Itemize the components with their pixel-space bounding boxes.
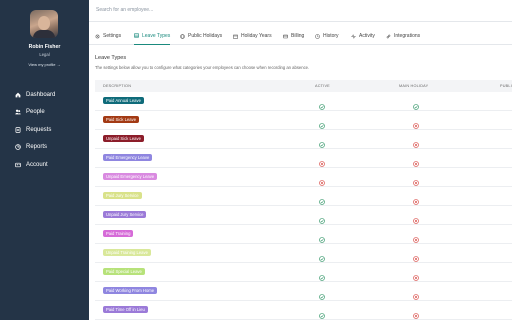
tab-history[interactable]: History [315,27,339,45]
table-row: Unpaid Training Leave [95,244,512,263]
cross-icon[interactable] [413,249,419,262]
tab-integrations[interactable]: Integrations [386,27,420,45]
cross-icon[interactable] [319,173,325,186]
clock-icon [315,33,320,39]
cross-icon[interactable] [413,230,419,243]
leave-type-badge: Unpaid Jury Service [103,211,147,218]
check-icon[interactable] [319,135,325,148]
section-description: The settings below allow you to configur… [95,65,310,70]
activity-icon [351,33,356,39]
sidebar-nav: Dashboard People Requests Reports Accoun… [15,86,55,174]
calendar-icon [233,34,238,39]
check-icon[interactable] [413,97,419,110]
leave-type-badge: Unpaid Emergency Leave [103,173,158,180]
list-icon [134,33,139,38]
check-icon[interactable] [319,306,325,319]
table-row: Paid Annual Leave [95,92,512,111]
cross-icon[interactable] [413,116,419,129]
home-icon [15,92,21,98]
leave-type-badge: Paid Training [103,230,134,237]
gear-icon [95,34,100,38]
leave-type-badge: Unpaid Training Leave [103,249,151,256]
leave-type-badge: Paid Time Off in Lieu [103,306,148,313]
section-title: Leave Types [95,55,127,61]
table-row: Paid Sick Leave [95,111,512,130]
tab-holiday-years[interactable]: Holiday Years [233,27,272,45]
search-bar[interactable]: Search for an employee... [89,0,512,22]
cross-icon[interactable] [413,192,419,205]
cross-icon[interactable] [413,173,419,186]
check-icon[interactable] [319,230,325,243]
globe-icon [180,33,185,39]
cross-icon[interactable] [413,306,419,319]
check-icon[interactable] [319,116,325,129]
table-row: Unpaid Emergency Leave [95,168,512,187]
column-header-active: ACTIVE [315,84,330,88]
tab-activity[interactable]: Activity [351,27,375,45]
requests-icon [15,126,21,133]
reports-icon [15,144,21,151]
cross-icon[interactable] [413,154,419,167]
table-row: Paid Special Leave [95,263,512,282]
column-header-main-holiday: MAIN HOLIDAY [399,84,429,88]
check-icon[interactable] [319,249,325,262]
cross-icon[interactable] [319,154,325,167]
leave-type-badge: Paid Jury Service [103,192,142,199]
leave-type-badge: Paid Special Leave [103,268,145,275]
check-icon[interactable] [319,97,325,110]
cross-icon[interactable] [413,135,419,148]
sidebar-item-account[interactable]: Account [15,156,55,174]
avatar[interactable] [30,10,58,38]
cross-icon[interactable] [413,268,419,281]
search-input[interactable]: Search for an employee... [96,7,153,13]
sidebar-item-label: Dashboard [26,91,56,98]
leave-type-badge: Paid Emergency Leave [103,154,153,161]
table-row: Unpaid Sick Leave [95,130,512,149]
sidebar-item-people[interactable]: People [15,104,55,122]
check-icon[interactable] [319,192,325,205]
sidebar-item-dashboard[interactable]: Dashboard [15,86,55,104]
leave-type-badge: Paid Sick Leave [103,116,140,123]
column-header-description: DESCRIPTION [103,84,132,88]
tab-billing[interactable]: Billing [283,27,304,45]
table-row: Paid Time Off in Lieu [95,301,512,320]
cross-icon[interactable] [413,211,419,224]
check-icon[interactable] [319,211,325,224]
sidebar-item-label: People [26,109,45,116]
sidebar-item-requests[interactable]: Requests [15,121,55,139]
cross-icon[interactable] [413,287,419,300]
tab-settings[interactable]: Settings [95,27,121,45]
table-row: Paid Training [95,225,512,244]
table-row: Unpaid Jury Service [95,206,512,225]
sidebar-item-label: Reports [26,144,48,151]
sidebar-item-reports[interactable]: Reports [15,139,55,157]
leave-type-badge: Paid Annual Leave [103,97,144,104]
table-row: Paid Emergency Leave [95,149,512,168]
check-icon[interactable] [319,268,325,281]
user-name: Robin Fisher [28,44,61,50]
people-icon [15,109,21,115]
view-profile-link[interactable]: View my profile → [0,62,89,67]
link-icon [386,34,391,38]
table-row: Paid Working From Home [95,282,512,301]
leave-type-badge: Paid Working From Home [103,287,158,294]
sidebar-item-label: Requests [26,126,52,133]
tab-leave-types[interactable]: Leave Types [134,27,171,45]
account-icon [15,162,21,167]
column-header-public: PUBLI [500,84,512,88]
user-role: Legal [39,52,50,57]
sidebar: Robin Fisher Legal View my profile → Das… [0,0,89,320]
sidebar-item-label: Account [26,161,48,168]
tab-bar: Settings Leave Types Public Holidays Hol… [89,27,512,45]
tab-public-holidays[interactable]: Public Holidays [180,27,222,45]
check-icon[interactable] [319,287,325,300]
leave-type-badge: Unpaid Sick Leave [103,135,144,142]
card-icon [283,34,288,38]
table-header: DESCRIPTION ACTIVE MAIN HOLIDAY PUBLI [95,80,512,92]
table-row: Paid Jury Service [95,187,512,206]
